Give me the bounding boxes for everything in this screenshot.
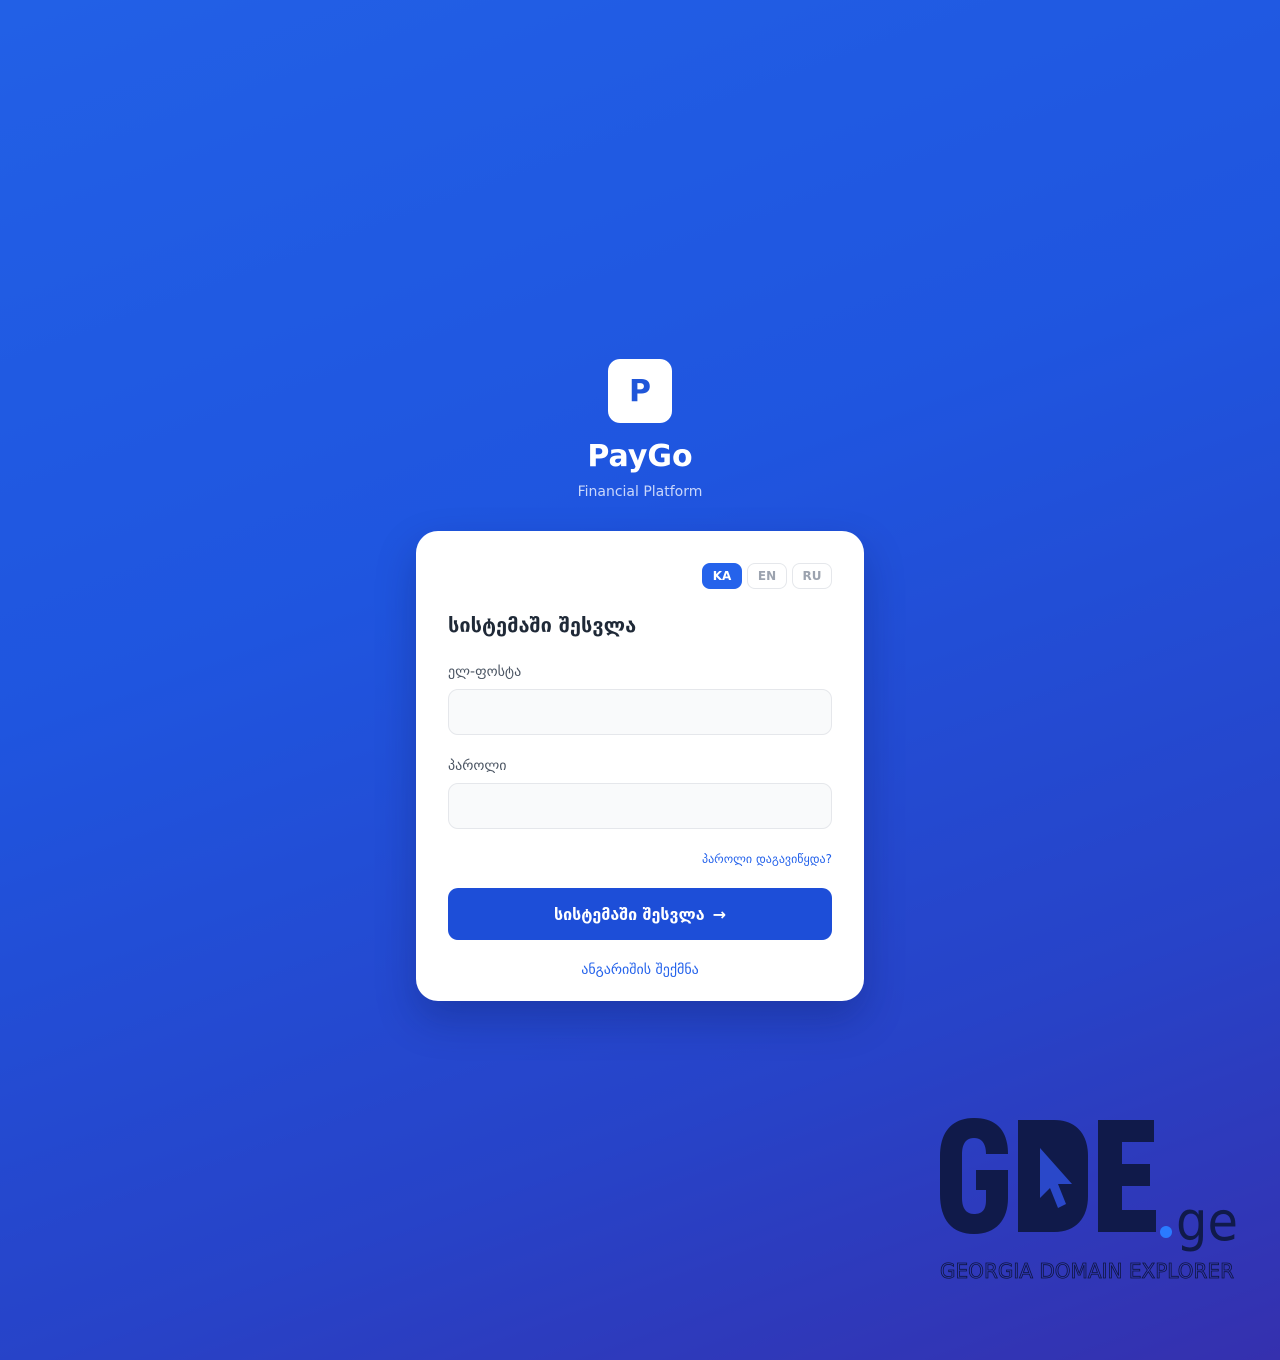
gde-watermark-logo: ge GEORGIA DOMAIN EXPLORER bbox=[940, 1118, 1238, 1282]
language-button-en[interactable]: EN bbox=[747, 563, 787, 589]
login-card: KA EN RU სისტემაში შესვლა ელ-ფოსტა პაროლ… bbox=[416, 531, 864, 1001]
language-switcher: KA EN RU bbox=[448, 563, 832, 589]
app-name: PayGo bbox=[587, 439, 693, 474]
register-row: ანგარიშის შექმნა bbox=[448, 960, 832, 979]
login-submit-button[interactable]: სისტემაში შესვლა → bbox=[448, 888, 832, 940]
arrow-right-icon: → bbox=[712, 904, 726, 924]
logo-letter: P bbox=[629, 373, 651, 409]
forgot-password-row: პაროლი დაგავიწყდა? bbox=[448, 850, 832, 867]
svg-text:ge: ge bbox=[1176, 1190, 1238, 1253]
create-account-link[interactable]: ანგარიშის შექმნა bbox=[581, 962, 699, 978]
email-label: ელ-ფოსტა bbox=[448, 664, 522, 680]
password-label: პაროლი bbox=[448, 758, 507, 774]
forgot-password-link[interactable]: პაროლი დაგავიწყდა? bbox=[702, 852, 832, 866]
app-logo: P bbox=[608, 359, 672, 423]
password-field[interactable] bbox=[448, 783, 832, 829]
login-title: სისტემაში შესვლა bbox=[448, 613, 637, 637]
language-button-ka[interactable]: KA bbox=[702, 563, 742, 589]
app-subtitle: Financial Platform bbox=[577, 484, 703, 500]
brand-header: P PayGo Financial Platform bbox=[0, 359, 1280, 501]
language-button-ru[interactable]: RU bbox=[792, 563, 832, 589]
login-submit-label: სისტემაში შესვლა bbox=[554, 904, 705, 924]
email-field[interactable] bbox=[448, 689, 832, 735]
svg-text:GEORGIA DOMAIN EXPLORER: GEORGIA DOMAIN EXPLORER bbox=[940, 1259, 1234, 1282]
